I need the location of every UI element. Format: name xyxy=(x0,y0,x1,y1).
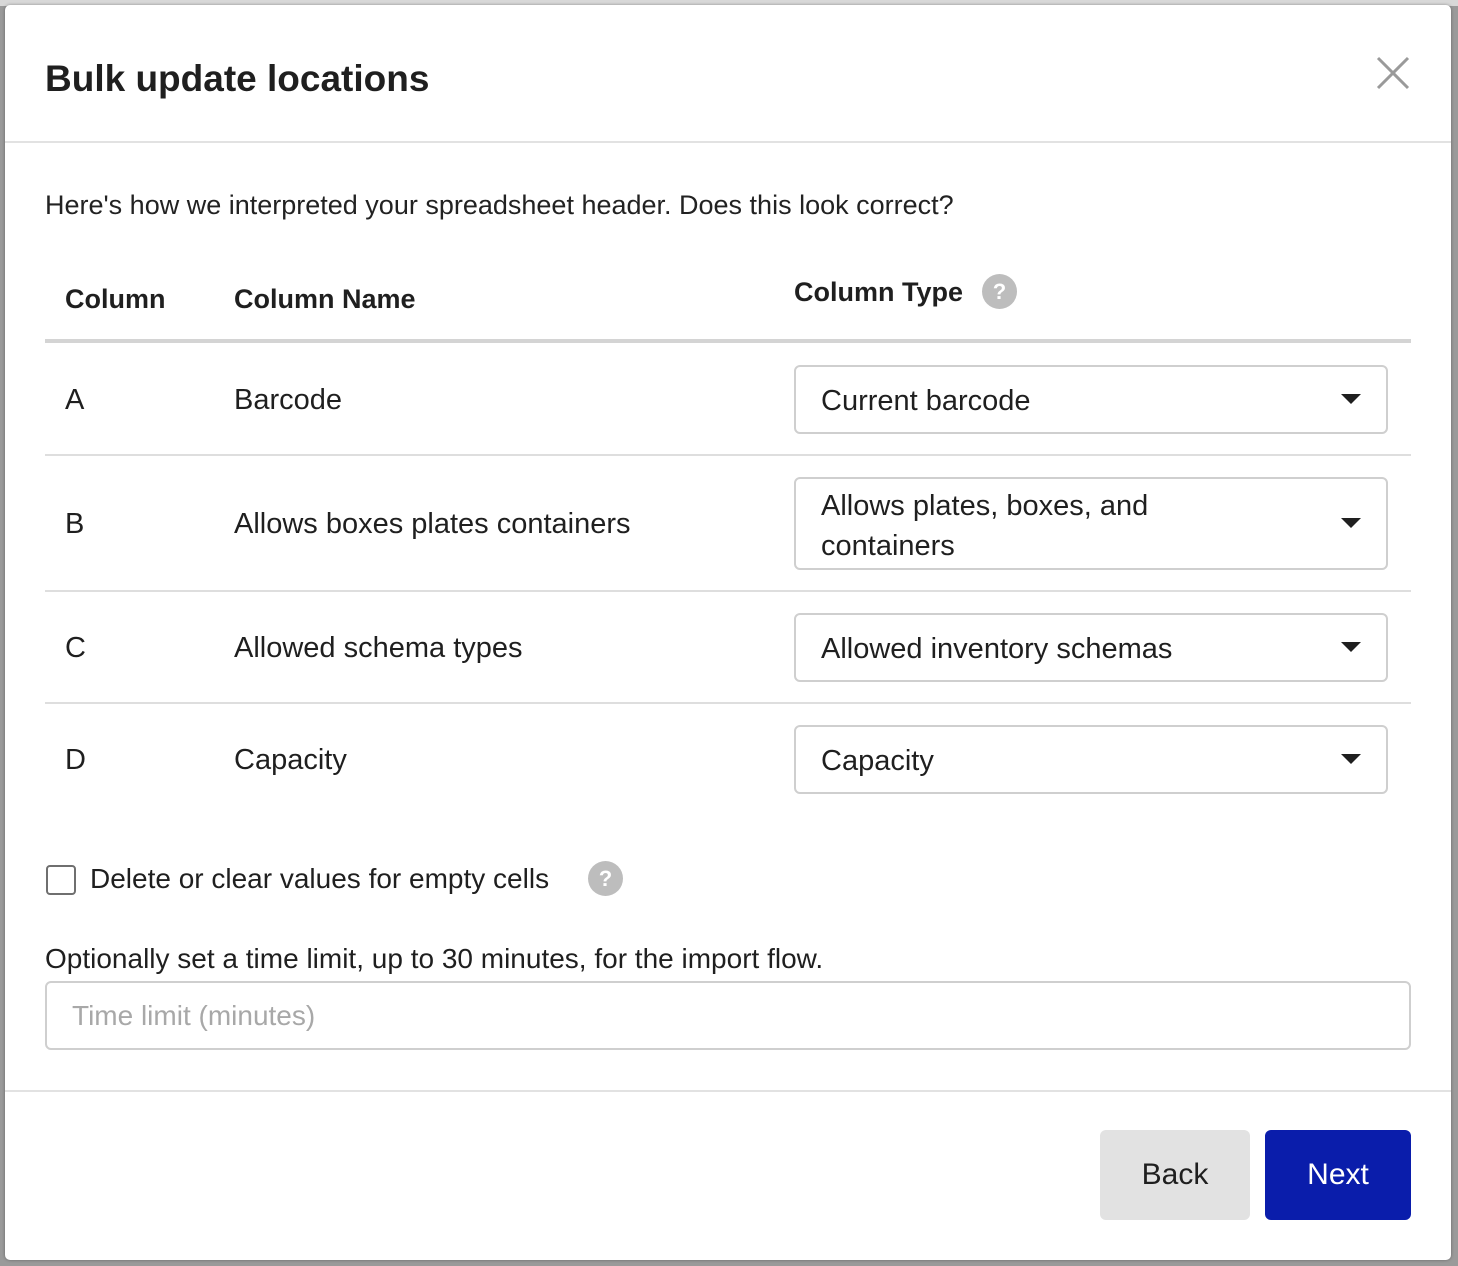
time-limit-label: Optionally set a time limit, up to 30 mi… xyxy=(45,943,824,974)
row-a-column: A xyxy=(65,384,85,416)
bulk-update-dialog: Bulk update locations Here's how we inte… xyxy=(5,5,1451,1260)
row-divider xyxy=(45,702,1411,704)
row-a-type-select[interactable]: Current barcode xyxy=(794,365,1388,434)
dialog-title: Bulk update locations xyxy=(45,58,430,99)
time-limit-input[interactable] xyxy=(45,981,1411,1050)
chevron-down-icon xyxy=(1341,394,1361,404)
row-divider xyxy=(45,454,1411,456)
header-column-type: Column Type xyxy=(794,277,964,307)
row-d-type-value: Capacity xyxy=(821,745,934,777)
header-divider xyxy=(45,339,1411,343)
row-b-column: B xyxy=(65,508,85,540)
header-column-name: Column Name xyxy=(234,284,416,314)
chevron-down-icon xyxy=(1341,642,1361,652)
row-d-name: Capacity xyxy=(234,744,347,776)
row-d-type-select[interactable]: Capacity xyxy=(794,725,1388,794)
chevron-down-icon xyxy=(1341,754,1361,764)
row-b-type-value: Allows plates, boxes, and containers xyxy=(821,490,1149,562)
close-button[interactable] xyxy=(1373,53,1413,93)
column-type-help-icon[interactable]: ? xyxy=(982,274,1017,309)
row-c-column: C xyxy=(65,632,86,664)
row-c-name: Allowed schema types xyxy=(234,632,523,664)
empty-cells-checkbox[interactable] xyxy=(46,865,76,895)
row-d-column: D xyxy=(65,744,86,776)
row-c-type-value: Allowed inventory schemas xyxy=(821,633,1173,665)
row-c-type-select[interactable]: Allowed inventory schemas xyxy=(794,613,1388,682)
dialog-header: Bulk update locations xyxy=(5,5,1451,143)
chevron-down-icon xyxy=(1341,518,1361,528)
empty-cells-help-icon[interactable]: ? xyxy=(588,861,623,896)
footer-divider xyxy=(5,1090,1451,1092)
back-button[interactable]: Back xyxy=(1100,1130,1250,1220)
row-a-type-value: Current barcode xyxy=(821,385,1031,417)
empty-cells-label[interactable]: Delete or clear values for empty cells xyxy=(90,859,549,899)
row-b-type-select[interactable]: Allows plates, boxes, and containers xyxy=(794,477,1388,570)
row-divider xyxy=(45,590,1411,592)
next-button[interactable]: Next xyxy=(1265,1130,1411,1220)
header-column: Column xyxy=(65,284,166,314)
row-b-name: Allows boxes plates containers xyxy=(234,508,631,540)
close-icon xyxy=(1376,56,1410,90)
intro-text: Here's how we interpreted your spreadshe… xyxy=(45,190,954,220)
row-a-name: Barcode xyxy=(234,384,343,416)
